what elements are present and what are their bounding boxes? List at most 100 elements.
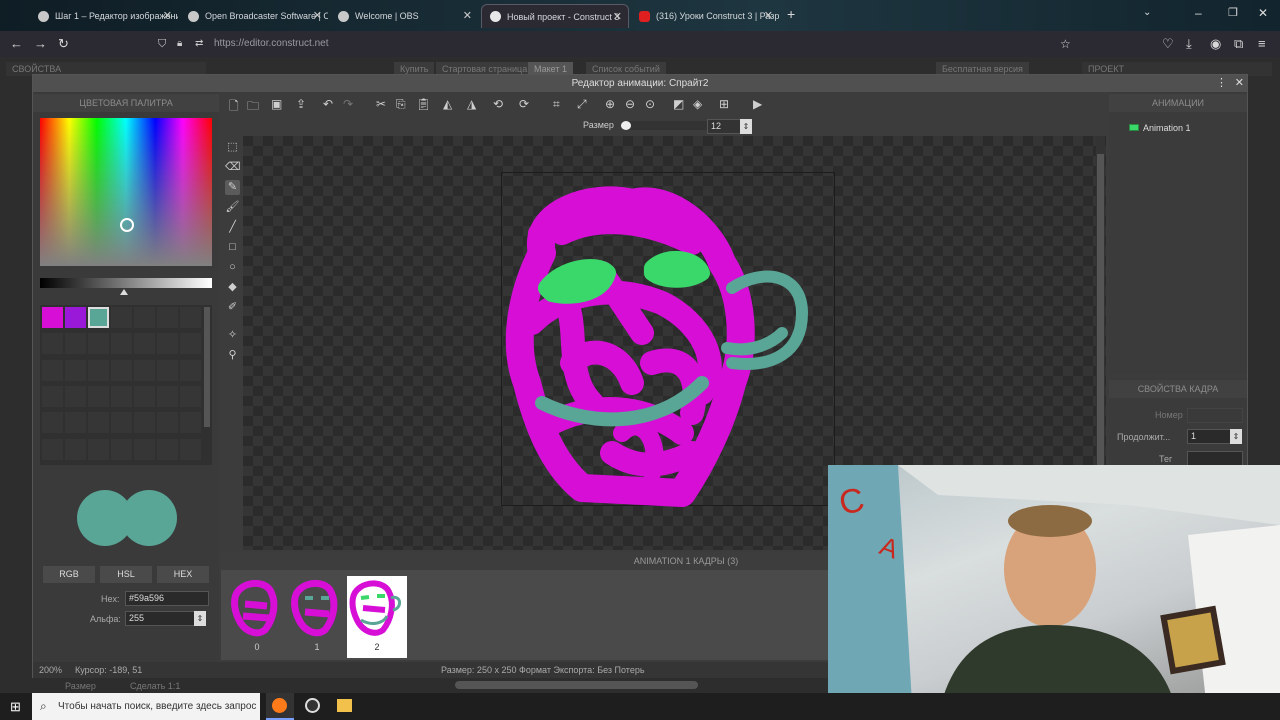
more-options-icon[interactable]: ⋮ — [1216, 75, 1227, 92]
play-preview-icon[interactable]: ▶ — [753, 97, 762, 111]
swatch-empty[interactable] — [65, 385, 86, 407]
frame-thumbnail[interactable]: 1 — [287, 576, 347, 658]
browser-tab[interactable]: (316) Уроки Construct 3 | Разр ✕ — [631, 4, 779, 28]
one-to-one-button[interactable]: Сделать 1:1 — [130, 681, 180, 691]
export-icon[interactable]: ⇪ — [296, 97, 306, 111]
swatch-empty[interactable] — [111, 333, 132, 355]
cut-icon[interactable]: ✂ — [376, 97, 386, 111]
ellipse-icon[interactable]: ○ — [225, 260, 240, 275]
swatch-empty[interactable] — [157, 385, 178, 407]
rotate-right-icon[interactable]: ⟳ — [519, 97, 529, 111]
resize-icon[interactable]: ⤢ — [577, 97, 587, 112]
taskbar-search[interactable]: ⌕ Чтобы начать поиск, введите здесь запр… — [32, 693, 260, 720]
eraser-icon[interactable]: ⌫ — [225, 160, 241, 175]
duration-stepper-icon[interactable]: ⇕ — [1230, 429, 1242, 444]
layers-icon[interactable]: ◈ — [693, 97, 702, 111]
size-stepper-icon[interactable]: ⇕ — [740, 119, 752, 134]
swatch-empty[interactable] — [111, 307, 132, 328]
swatch-empty[interactable] — [134, 307, 155, 328]
paste-icon[interactable]: 📋︎ — [416, 97, 431, 111]
grid-icon[interactable]: ⊞ — [719, 97, 729, 111]
browser-tab[interactable]: Open Broadcaster Software | O ✕ — [180, 4, 328, 28]
swatch-scrollbar[interactable] — [204, 307, 210, 427]
obs-icon[interactable] — [305, 698, 320, 713]
swatch-empty[interactable] — [88, 438, 109, 460]
window-close-icon[interactable]: ✕ — [1258, 6, 1268, 20]
zoom-out-icon[interactable]: ⊖ — [625, 97, 635, 111]
swatch-empty[interactable] — [157, 412, 178, 434]
pocket-icon[interactable]: ♡ — [1162, 36, 1174, 52]
swatch-empty[interactable] — [88, 412, 109, 434]
hsl-mode-button[interactable]: HSL — [100, 566, 152, 583]
image-point-icon[interactable]: ⚲ — [225, 348, 240, 363]
swatch-empty[interactable] — [180, 438, 201, 460]
swatch-empty[interactable] — [134, 333, 155, 355]
swatch-empty[interactable] — [88, 333, 109, 355]
frame-thumbnail[interactable]: 0 — [227, 576, 287, 658]
frame-number-input[interactable] — [1187, 408, 1243, 423]
swatch-empty[interactable] — [134, 438, 155, 460]
browser-tab[interactable]: Welcome | OBS ✕ — [330, 4, 478, 28]
address-bar[interactable]: ⛉ 🔒︎ ⇄ https://editor.construct.net ☆ — [150, 34, 1071, 54]
sprite-canvas[interactable] — [501, 172, 835, 507]
flip-horizontal-icon[interactable]: ◭ — [443, 97, 452, 111]
crop-icon[interactable]: ⌗ — [553, 97, 560, 112]
swatch-empty[interactable] — [180, 307, 201, 328]
swatch-empty[interactable] — [111, 438, 132, 460]
close-icon[interactable]: ✕ — [463, 9, 472, 22]
swatch-empty[interactable] — [88, 385, 109, 407]
browser-tab-active[interactable]: Новый проект - Construct 3 ✕ — [481, 4, 629, 28]
picker-cursor[interactable] — [120, 218, 134, 232]
brush-icon[interactable]: 🖌︎ — [225, 200, 240, 215]
rectangle-select-icon[interactable]: ⬚ — [225, 140, 240, 155]
frame-duration-input[interactable]: 1 — [1187, 429, 1231, 444]
back-icon[interactable]: ← — [10, 36, 23, 51]
swatch-empty[interactable] — [65, 359, 86, 381]
color-picker-icon[interactable]: ✐ — [225, 300, 240, 315]
rotate-left-icon[interactable]: ⟲ — [493, 97, 503, 111]
firefox-taskbar-button[interactable] — [266, 693, 294, 720]
close-icon[interactable]: ✕ — [764, 9, 773, 22]
frame-tag-input[interactable] — [1187, 451, 1243, 466]
swatch-purple[interactable] — [65, 307, 86, 328]
file-explorer-icon[interactable] — [337, 699, 352, 712]
close-icon[interactable]: ✕ — [1235, 75, 1244, 92]
account-icon[interactable]: ◉ — [1210, 36, 1221, 52]
swatch-empty[interactable] — [111, 412, 132, 434]
extensions-icon[interactable]: ⧉ — [1234, 36, 1243, 52]
swatch-empty[interactable] — [180, 412, 201, 434]
swatch-empty[interactable] — [134, 385, 155, 407]
swatch-empty[interactable] — [42, 412, 63, 434]
color-picker-area[interactable] — [40, 118, 212, 266]
swatch-empty[interactable] — [42, 385, 63, 407]
close-icon[interactable]: ✕ — [613, 10, 622, 23]
swatch-empty[interactable] — [180, 359, 201, 381]
size-input[interactable]: 12 — [707, 119, 741, 134]
swatch-empty[interactable] — [42, 438, 63, 460]
swatch-empty[interactable] — [111, 359, 132, 381]
save-icon[interactable]: ▣ — [271, 97, 282, 111]
swatch-empty[interactable] — [65, 333, 86, 355]
swatch-empty[interactable] — [88, 359, 109, 381]
close-icon[interactable]: ✕ — [163, 9, 172, 22]
undo-icon[interactable]: ↶ — [323, 97, 333, 111]
bookmark-star-icon[interactable]: ☆ — [1060, 34, 1071, 54]
rectangle-icon[interactable]: □ — [225, 240, 240, 255]
browser-tab[interactable]: Шаг 1 – Редактор изображени ✕ — [30, 4, 178, 28]
swatch-empty[interactable] — [65, 412, 86, 434]
size-slider-thumb[interactable] — [621, 121, 631, 130]
swatch-empty[interactable] — [157, 438, 178, 460]
alpha-input[interactable]: 255 — [125, 611, 197, 626]
swatch-empty[interactable] — [134, 412, 155, 434]
hex-mode-button[interactable]: HEX — [157, 566, 209, 583]
animation-item[interactable]: Animation 1 — [1143, 123, 1191, 133]
zoom-in-icon[interactable]: ⊕ — [605, 97, 615, 111]
minimize-icon[interactable]: – — [1195, 6, 1202, 20]
swatch-empty[interactable] — [157, 359, 178, 381]
download-icon[interactable]: ⤓ — [1186, 36, 1192, 52]
swatch-empty[interactable] — [65, 438, 86, 460]
lightness-slider[interactable] — [40, 278, 212, 288]
swatch-empty[interactable] — [134, 359, 155, 381]
lightness-handle-icon[interactable] — [120, 289, 128, 295]
flip-vertical-icon[interactable]: ◮ — [467, 97, 476, 111]
